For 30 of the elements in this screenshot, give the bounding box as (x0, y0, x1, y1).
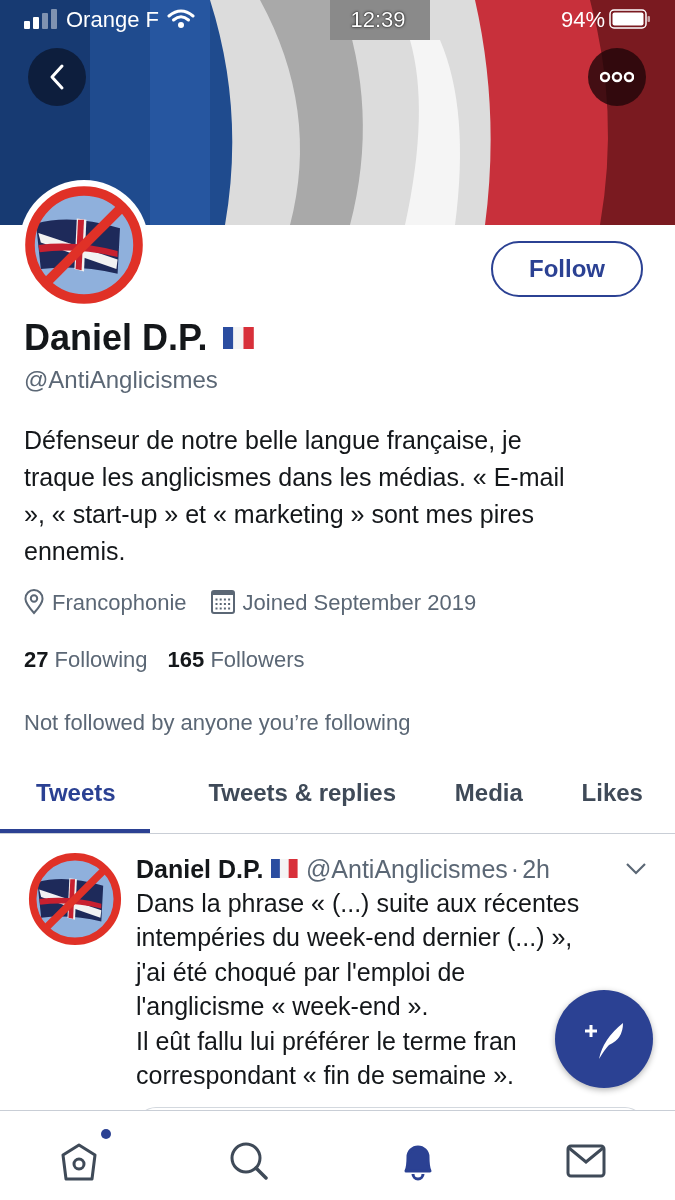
tweet-text-line: l'anglicisme « week-end ». (136, 991, 429, 1023)
profile-tab[interactable]: Media (454, 762, 523, 833)
tweet-text-line: Il eût fallu lui préférer le terme fran (136, 1025, 517, 1057)
flag-icon (223, 326, 255, 349)
profile-bio: Défenseur de notre belle langue française, je traque les anglicismes dans les médias. « E-mail », « start-up » et « marketing » sont mes pires ennemis. (24, 424, 566, 567)
profile-location: Francophonie (52, 588, 187, 617)
follow-button[interactable]: Follow (491, 241, 643, 297)
location-pin-icon (24, 589, 44, 616)
compose-button[interactable] (555, 990, 653, 1088)
flag-icon (271, 859, 298, 879)
home-icon[interactable] (59, 1128, 112, 1183)
following-count[interactable]: 27 Following (24, 642, 148, 676)
tweet-author: Daniel D.P. (136, 853, 264, 885)
followers-count[interactable]: 165 Followers (167, 642, 305, 676)
tweet-text-line: j'ai été choqué par l'emploi de (136, 956, 466, 988)
joined-date: Joined September 2019 (242, 588, 477, 617)
tweet-text-line: Dans la phrase « (...) suite aux récentes (136, 887, 580, 919)
tweet-handle: @AntiAnglicismes (305, 853, 508, 885)
chevron-down-icon[interactable] (625, 861, 647, 876)
tweet-text-line: intempéries du week-end dernier (...) », (136, 922, 573, 954)
follow-context: Not followed by anyone you’re following (24, 708, 412, 737)
tweet-text-line: correspondant « fin de semaine ». (136, 1060, 514, 1092)
calendar-icon (210, 590, 235, 615)
profile-handle: @AntiAnglicismes (24, 364, 219, 395)
profile-tab[interactable]: Tweets & replies (208, 762, 396, 833)
profile-name: Daniel D.P. (24, 318, 208, 358)
profile-tab[interactable]: Likes (581, 762, 643, 833)
tweet-time: 2h (522, 853, 550, 885)
profile-tab[interactable]: Tweets (0, 762, 150, 833)
separator-dot: · (510, 853, 520, 885)
